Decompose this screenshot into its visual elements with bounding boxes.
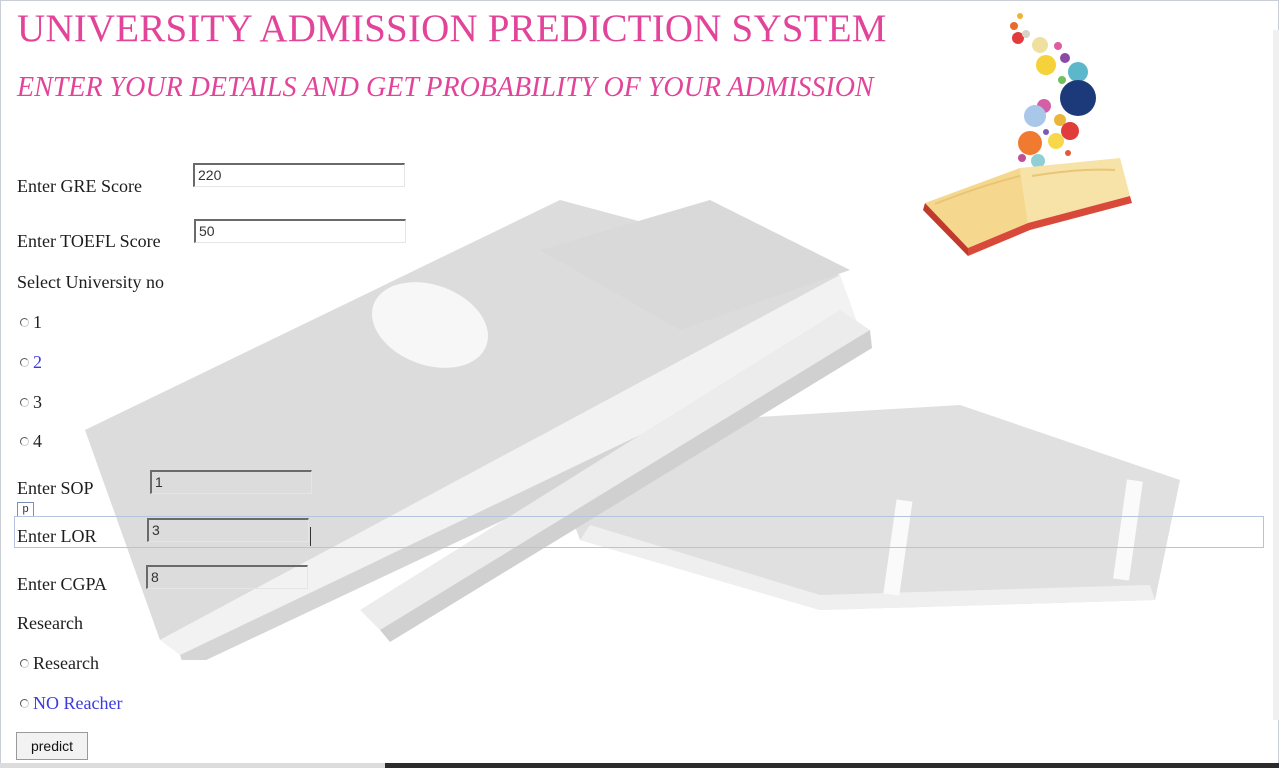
lor-label: Enter LOR xyxy=(17,526,97,546)
p-element-tag: p xyxy=(17,502,34,517)
radio-button[interactable] xyxy=(20,398,29,407)
gre-label: Enter GRE Score xyxy=(17,176,142,196)
scrollbar-track[interactable] xyxy=(1273,30,1279,720)
university-option-label: 2 xyxy=(33,352,42,372)
cgpa-input[interactable]: 8 xyxy=(146,565,308,589)
page-subtitle: ENTER YOUR DETAILS AND GET PROBABILITY O… xyxy=(17,72,874,103)
taskbar-light-section xyxy=(0,763,385,768)
cgpa-label: Enter CGPA xyxy=(17,574,107,594)
radio-button[interactable] xyxy=(20,318,29,327)
university-option-2[interactable]: 2 xyxy=(20,352,42,373)
radio-button[interactable] xyxy=(20,437,29,446)
university-option-4[interactable]: 4 xyxy=(20,431,42,452)
taskbar-strip xyxy=(0,763,1279,768)
university-option-label: 4 xyxy=(33,431,42,451)
radio-button[interactable] xyxy=(20,699,29,708)
university-option-label: 1 xyxy=(33,312,42,332)
university-label: Select University no xyxy=(17,272,164,292)
university-option-3[interactable]: 3 xyxy=(20,392,42,413)
toefl-label: Enter TOEFL Score xyxy=(17,231,161,251)
sop-input[interactable]: 1 xyxy=(150,470,312,494)
university-option-1[interactable]: 1 xyxy=(20,312,42,333)
radio-button[interactable] xyxy=(20,659,29,668)
research-option-no[interactable]: NO Reacher xyxy=(20,693,122,714)
sop-label: Enter SOP xyxy=(17,478,94,498)
research-option-label: NO Reacher xyxy=(33,693,123,713)
university-option-label: 3 xyxy=(33,392,42,412)
page-title: UNIVERSITY ADMISSION PREDICTION SYSTEM xyxy=(17,7,887,50)
predict-button[interactable]: predict xyxy=(16,732,88,760)
lor-input[interactable]: 3 xyxy=(147,518,309,542)
gre-score-input[interactable]: 220 xyxy=(193,163,405,187)
research-option-label: Research xyxy=(33,653,99,673)
research-label: Research xyxy=(17,613,83,633)
text-cursor xyxy=(310,527,311,546)
radio-button[interactable] xyxy=(20,358,29,367)
toefl-score-input[interactable]: 50 xyxy=(194,219,406,243)
open-book-bubbles-icon xyxy=(923,13,1132,256)
research-option-yes[interactable]: Research xyxy=(20,653,99,674)
